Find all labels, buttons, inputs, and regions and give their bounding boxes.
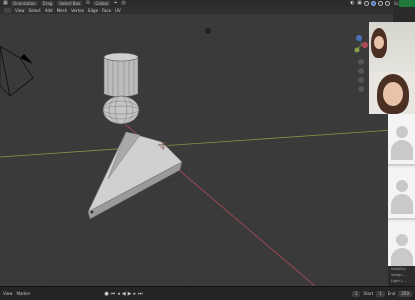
global-dropdown[interactable]: Global	[93, 1, 111, 6]
solid-shading-icon[interactable]	[371, 1, 376, 6]
menu-vertex[interactable]: Vertex	[71, 8, 84, 13]
prev-keyframe-icon[interactable]: ◂	[117, 291, 120, 297]
pan-icon	[358, 68, 364, 74]
blender-window: ▦ Orientation Drag Select Box ⊙ Global ⌖…	[0, 0, 415, 300]
transform-pivot-icon[interactable]: ⊙	[85, 1, 90, 6]
floor-grid	[0, 109, 393, 286]
snap-icon[interactable]: ⌖	[113, 1, 118, 6]
cylinder-mesh[interactable]	[103, 52, 139, 98]
jump-end-icon[interactable]: ⏭	[138, 291, 143, 297]
editor-type-icon[interactable]: ▦	[3, 1, 8, 6]
visibility-item[interactable]: Light L...	[388, 278, 415, 284]
timeline-marker-menu[interactable]: Marker	[17, 291, 31, 296]
select-box-dropdown[interactable]: Select Box	[57, 1, 83, 6]
start-label: Start	[363, 291, 374, 296]
viewport-nav-buttons[interactable]	[358, 59, 364, 92]
end-label: End	[387, 291, 396, 296]
menu-face[interactable]: Face	[102, 8, 111, 13]
jump-start-icon[interactable]: ⏮	[111, 291, 116, 297]
camera-object[interactable]	[0, 45, 34, 97]
participant-avatar[interactable]	[388, 168, 415, 220]
playback-controls: ● ⏮ ◂ ◀ ▶ ▸ ⏭	[104, 291, 142, 297]
viewport-canvas[interactable]	[0, 14, 393, 286]
edit-mode-icon[interactable]	[4, 8, 11, 13]
navigation-gizmo[interactable]	[354, 35, 369, 53]
sphere-mesh[interactable]	[102, 95, 140, 125]
3d-viewport[interactable]	[0, 14, 393, 286]
light-object[interactable]	[205, 28, 211, 34]
perspective-toggle-icon	[358, 86, 364, 92]
menu-uv[interactable]: UV	[115, 8, 121, 13]
participant-list	[388, 114, 415, 282]
next-keyframe-icon[interactable]: ▸	[133, 291, 136, 297]
camera-view-icon	[358, 77, 364, 83]
shading-controls: ◐ ▣	[350, 1, 393, 6]
record-icon[interactable]: ●	[104, 291, 108, 297]
y-axis-line	[0, 129, 393, 158]
participant-video-top	[369, 22, 415, 72]
menu-select[interactable]: Select	[29, 8, 41, 13]
menu-mesh[interactable]: Mesh	[57, 8, 68, 13]
drag-dropdown[interactable]: Drag	[40, 1, 55, 6]
current-frame-field[interactable]: 1	[351, 290, 361, 297]
overlay-icon[interactable]: ◐	[350, 1, 355, 6]
participant-video-main	[369, 72, 415, 114]
play-reverse-icon[interactable]: ◀	[122, 291, 126, 297]
visibility-panel: Visibility Viewp... Light L...	[388, 266, 415, 286]
proportional-edit-icon[interactable]: ◎	[121, 1, 126, 6]
rendered-shading-icon[interactable]	[385, 1, 390, 6]
menu-add[interactable]: Add	[45, 8, 53, 13]
timeline-bar: View Marker ● ⏮ ◂ ◀ ▶ ▸ ⏭ 1 Start 1 End …	[0, 286, 415, 300]
wireframe-shading-icon[interactable]	[364, 1, 369, 6]
start-frame-field[interactable]: 1	[376, 290, 385, 297]
xray-icon[interactable]: ▣	[357, 1, 362, 6]
video-call-overlay	[369, 22, 415, 114]
viewport-menu-bar: View Select Add Mesh Vertex Edge Face UV	[0, 7, 393, 14]
menu-edge[interactable]: Edge	[88, 8, 98, 13]
orientation-dropdown[interactable]: Orientation	[11, 1, 38, 6]
zoom-icon	[358, 59, 364, 65]
viewport-header: ▦ Orientation Drag Select Box ⊙ Global ⌖…	[0, 0, 393, 7]
status-indicator	[399, 0, 415, 7]
timeline-view-menu[interactable]: View	[3, 291, 13, 296]
participant-avatar[interactable]	[388, 114, 415, 166]
menu-view[interactable]: View	[15, 8, 25, 13]
play-icon[interactable]: ▶	[128, 291, 132, 297]
end-frame-field[interactable]: 250	[398, 290, 412, 297]
frame-range: 1 Start 1 End 250	[351, 290, 415, 297]
material-shading-icon[interactable]	[378, 1, 383, 6]
